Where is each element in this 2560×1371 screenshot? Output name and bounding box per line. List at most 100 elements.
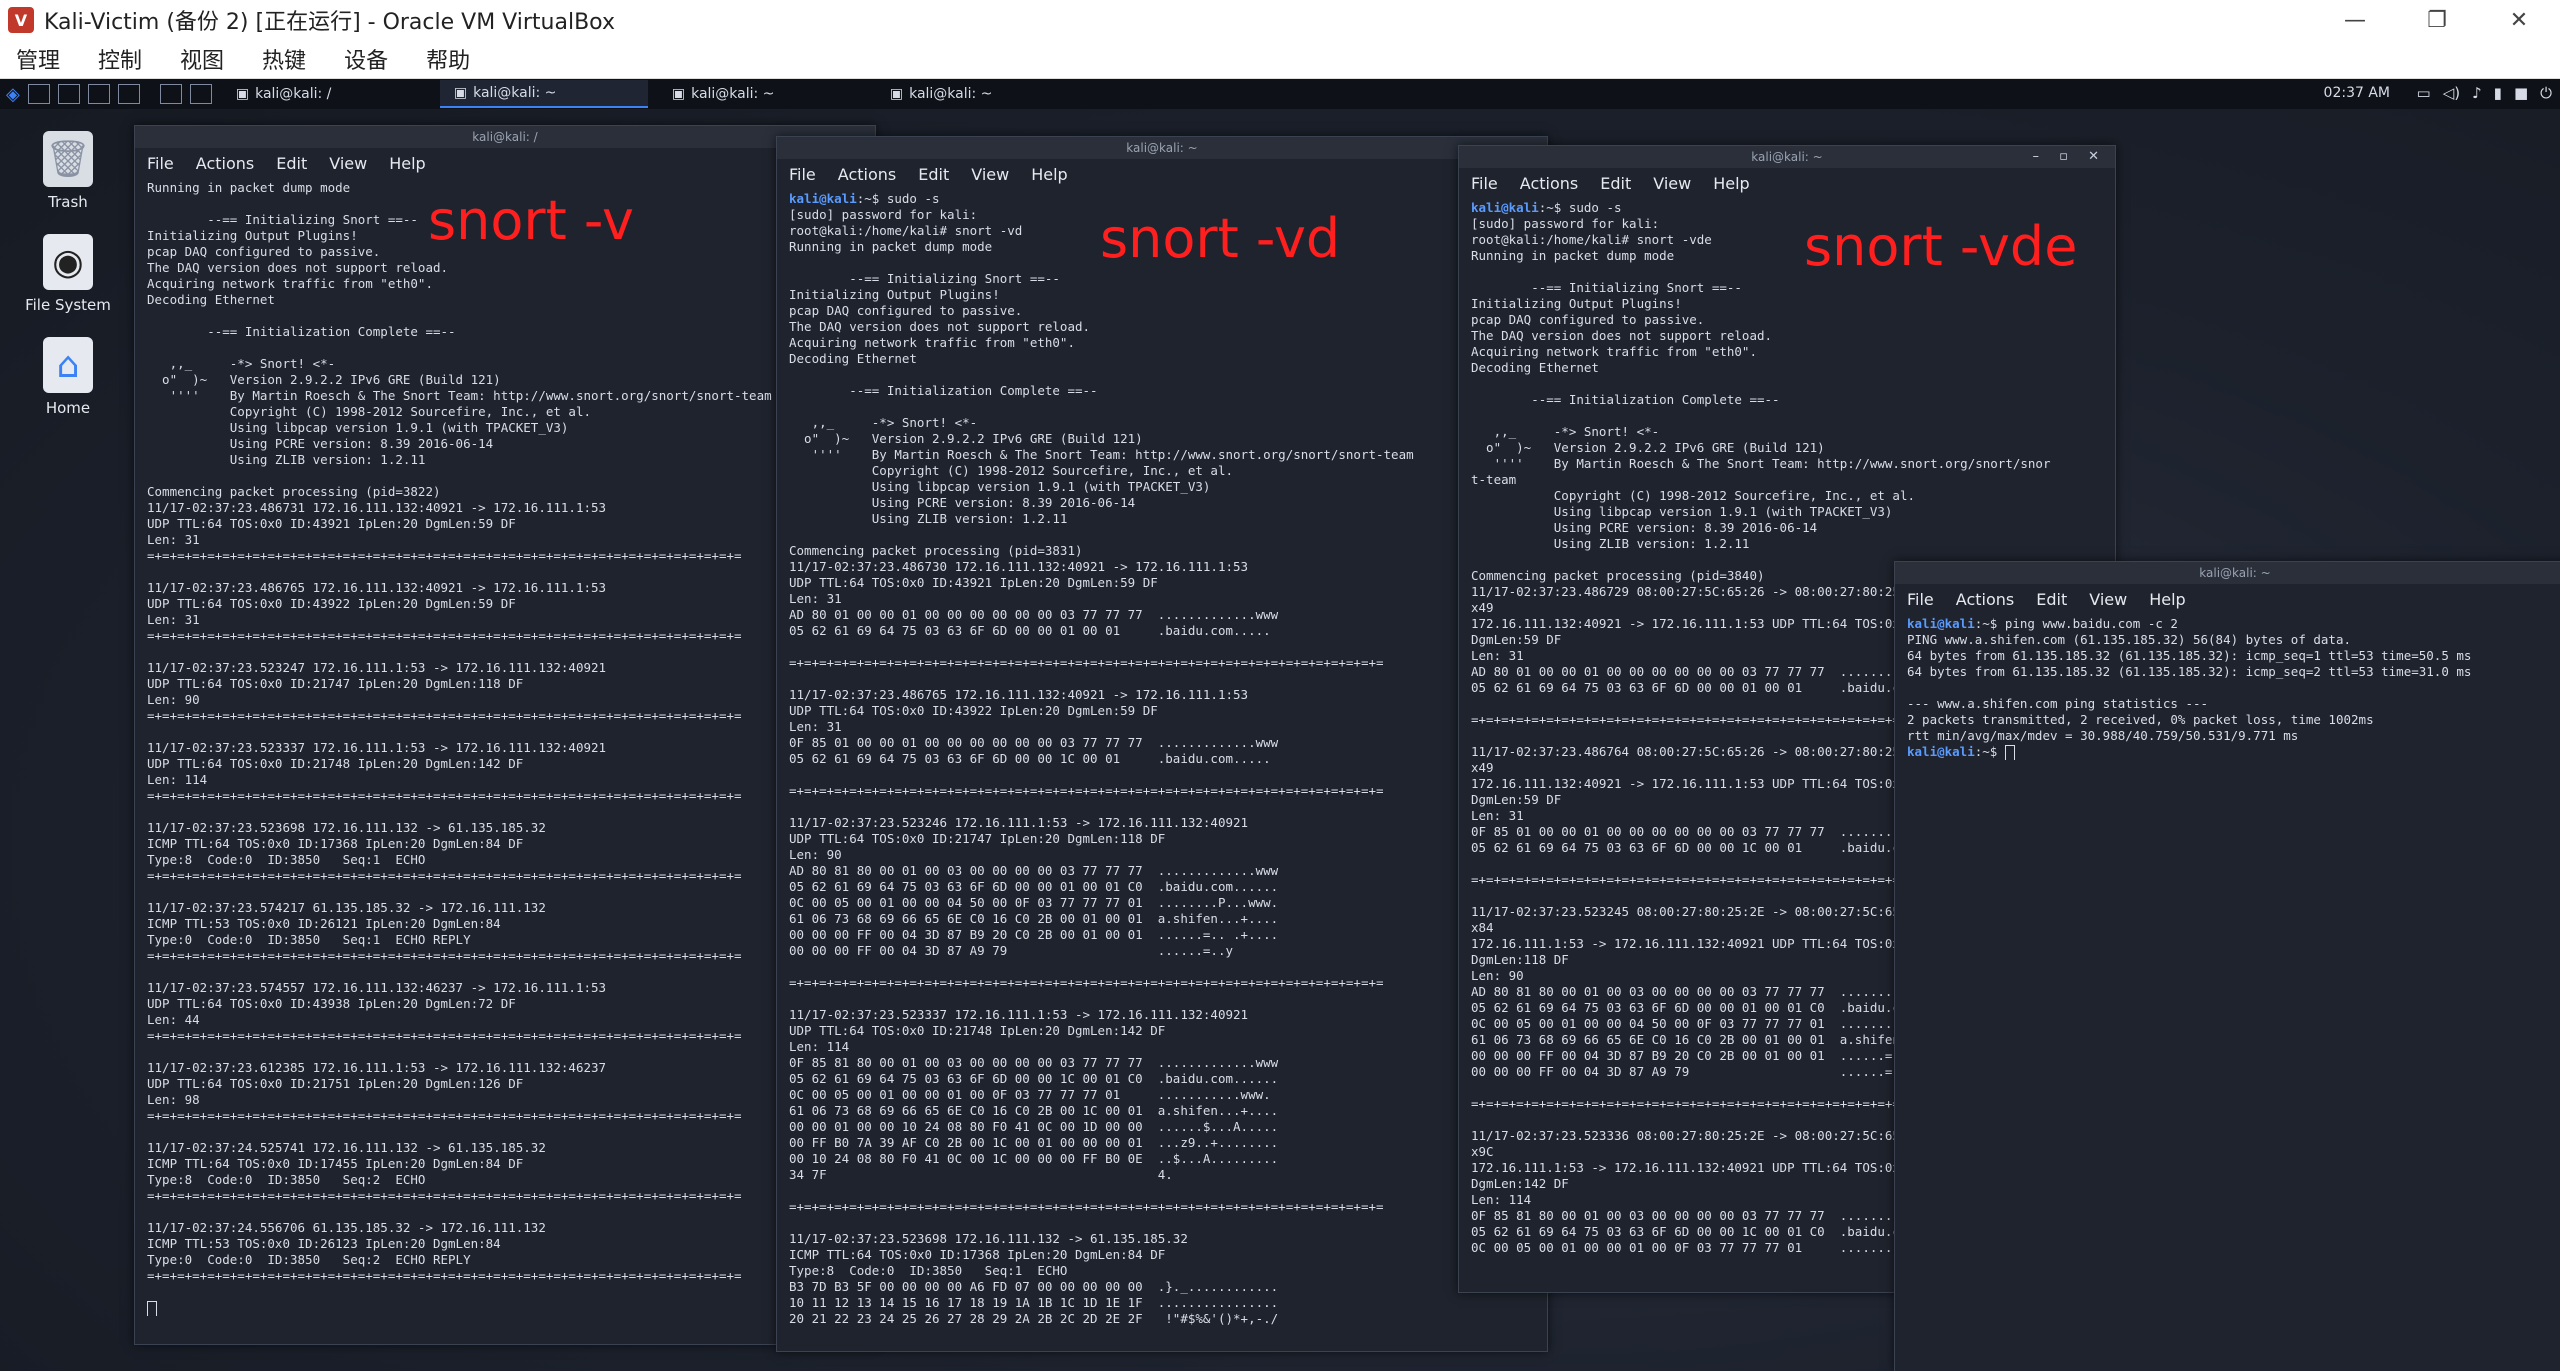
terminal-line: Using ZLIB version: 1.2.11 [789,511,1068,526]
workspace-2-icon[interactable] [189,84,212,104]
terminal-titlebar[interactable]: kali@kali: / [135,126,875,148]
show-desktop-icon[interactable] [27,84,50,104]
terminal-line: =+=+=+=+=+=+=+=+=+=+=+=+=+=+=+=+=+=+=+=+… [147,548,742,563]
terminal-line: Using ZLIB version: 1.2.11 [147,452,426,467]
menu-edit[interactable]: Edit [276,154,307,173]
terminal-icon: ▣ [671,86,686,102]
terminal-line: =+=+=+=+=+=+=+=+=+=+=+=+=+=+=+=+=+=+=+=+… [147,1108,742,1123]
terminal-line: Type:0 Code:0 ID:3850 Seq:2 ECHO REPLY [147,1252,471,1267]
menu-view[interactable]: View [971,165,1009,184]
menu-edit[interactable]: Edit [918,165,949,184]
terminal-icon: ▣ [235,86,250,102]
text-cursor [147,1300,157,1316]
menu-help[interactable]: 帮助 [426,43,470,75]
vbox-window-title: Kali-Victim (备份 2) [正在运行] - Oracle VM Vi… [44,10,615,35]
volume-icon[interactable]: ◁) [2443,84,2460,102]
menu-control[interactable]: 控制 [98,43,142,75]
terminal-line: Len: 31 [147,612,200,627]
minimize-button[interactable]: — [2314,0,2396,40]
terminal-titlebar[interactable]: kali@kali: ~ [1895,562,2560,584]
terminal-window[interactable]: kali@kali: ~ File Actions Edit View Help… [776,136,1548,1352]
terminal-launcher-icon[interactable] [87,84,110,104]
menu-view[interactable]: View [329,154,367,173]
terminal-title: kali@kali: ~ [2199,566,2271,580]
menu-help[interactable]: Help [389,154,425,173]
taskbar-item[interactable]: ▣ kali@kali: ~ [658,81,866,107]
menu-hotkey[interactable]: 热键 [262,43,306,75]
desktop-icon-file-system[interactable]: ◉ File System [8,234,128,314]
menu-help[interactable]: Help [2149,590,2185,609]
workspace-1-icon[interactable] [159,84,182,104]
menu-manage[interactable]: 管理 [16,43,60,75]
terminal-line: kali@kali:~$ [1907,744,2560,760]
prompt-text: :~$ ping www.baidu.com -c 2 [1974,616,2178,631]
menu-actions[interactable]: Actions [838,165,896,184]
menu-file[interactable]: File [1471,174,1498,193]
menu-edit[interactable]: Edit [1600,174,1631,193]
terminal-line: Acquiring network traffic from "eth0". [789,335,1075,350]
menu-actions[interactable]: Actions [1520,174,1578,193]
power-icon[interactable]: ⏻ [2540,84,2552,102]
terminal-line: Type:8 Code:0 ID:3850 Seq:2 ECHO [147,1172,426,1187]
terminal-titlebar[interactable]: kali@kali: ~ – ▫ ✕ [1459,146,2115,168]
virtualbox-app-icon: V [8,7,34,33]
terminal-titlebar[interactable]: kali@kali: ~ [777,137,1547,159]
menu-file[interactable]: File [789,165,816,184]
panel-clock[interactable]: 02:37 AM [2324,85,2390,101]
terminal-line: =+=+=+=+=+=+=+=+=+=+=+=+=+=+=+=+=+=+=+=+… [147,868,742,883]
desktop-icon-trash[interactable]: 🗑 Trash [8,131,128,211]
menu-view[interactable]: View [1653,174,1691,193]
display-icon[interactable]: ▭ [2417,84,2431,102]
menu-actions[interactable]: Actions [1956,590,2014,609]
terminal-menubar: File Actions Edit View Help [135,148,875,178]
terminal-line: 00 00 01 00 00 10 24 08 80 F0 41 0C 00 1… [789,1119,1279,1134]
menu-help[interactable]: Help [1713,174,1749,193]
browser-launcher-icon[interactable] [117,84,140,104]
close-button[interactable]: ✕ [2478,0,2560,40]
terminal-line: 0C 00 05 00 01 00 00 04 50 00 0F 03 77 7… [789,895,1279,910]
menu-view[interactable]: 视图 [180,43,224,75]
terminal-window[interactable]: kali@kali: / File Actions Edit View Help… [134,125,876,1345]
notification-bell-icon[interactable]: ♪ [2472,84,2482,102]
terminal-output[interactable]: kali@kali:~$ ping www.baidu.com -c 2 PING… [1895,614,2560,762]
taskbar-item[interactable]: ▣ kali@kali: / [222,81,430,107]
terminal-line: 00 10 24 08 80 F0 41 0C 00 1C 00 00 00 F… [789,1151,1279,1166]
terminal-line: Len: 44 [147,1012,200,1027]
terminal-output[interactable]: kali@kali:~$ sudo -s [sudo] password for … [777,189,1547,1329]
terminal-icon: ▣ [889,86,904,102]
battery-icon[interactable]: ▮ [2494,84,2502,102]
terminal-line: 0C 00 05 00 01 00 00 01 00 0F 03 77 77 7… [789,1087,1271,1102]
menu-devices[interactable]: 设备 [344,43,388,75]
menu-file[interactable]: File [1907,590,1934,609]
terminal-line: =+=+=+=+=+=+=+=+=+=+=+=+=+=+=+=+=+=+=+=+… [147,1028,742,1043]
desktop-icon-home[interactable]: ⌂ Home [8,337,128,417]
menu-actions[interactable]: Actions [196,154,254,173]
terminal-line: =+=+=+=+=+=+=+=+=+=+=+=+=+=+=+=+=+=+=+=+… [147,1188,742,1203]
window-controls[interactable]: – ▫ ✕ [2033,146,2107,168]
terminal-window[interactable]: kali@kali: ~ File Actions Edit View Help… [1894,561,2560,1371]
menu-view[interactable]: View [2089,590,2127,609]
menu-file[interactable]: File [147,154,174,173]
file-manager-icon[interactable] [57,84,80,104]
terminal-line: B3 7D B3 5F 00 00 00 00 A6 FD 07 00 00 0… [789,1279,1279,1294]
taskbar-item[interactable]: ▣ kali@kali: ~ [439,80,648,108]
terminal-line: 11/17-02:37:23.523337 172.16.111.1:53 ->… [789,1007,1249,1022]
menu-help[interactable]: Help [1031,165,1067,184]
terminal-output[interactable]: Running in packet dump mode --== Initial… [135,178,875,1318]
kali-menu-icon[interactable]: ◈ [6,84,20,105]
terminal-title: kali@kali: ~ [1126,141,1198,155]
maximize-button[interactable]: ❐ [2396,0,2478,40]
taskbar-item[interactable]: ▣ kali@kali: ~ [876,81,1084,107]
lock-icon[interactable]: ■ [2514,84,2528,102]
menu-edit[interactable]: Edit [2036,590,2067,609]
terminal-line: Using libpcap version 1.9.1 (with TPACKE… [147,420,569,435]
